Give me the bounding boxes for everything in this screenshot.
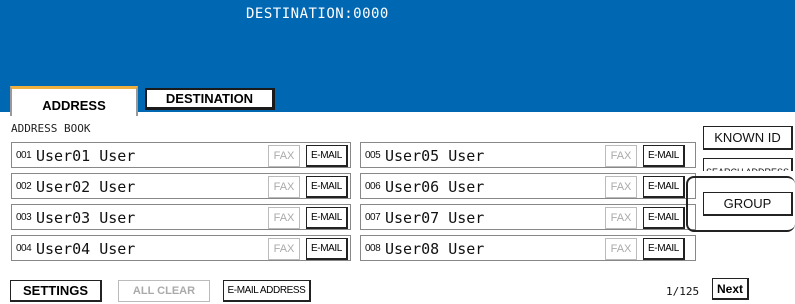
fax-button[interactable]: FAX <box>605 176 637 198</box>
fax-button[interactable]: FAX <box>268 176 300 198</box>
email-button[interactable]: E-MAIL <box>306 145 348 167</box>
tab-destination[interactable]: DESTINATION <box>145 88 275 110</box>
address-entry[interactable]: 002 User02 User FAX E-MAIL <box>11 173 351 199</box>
address-entry[interactable]: 006 User06 User FAX E-MAIL <box>360 173 696 199</box>
entry-name: User05 User <box>385 147 485 165</box>
fax-button[interactable]: FAX <box>605 238 637 260</box>
email-button[interactable]: E-MAIL <box>643 176 685 198</box>
fax-button[interactable]: FAX <box>268 145 300 167</box>
email-button[interactable]: E-MAIL <box>643 145 685 167</box>
all-clear-button[interactable]: ALL CLEAR <box>118 280 210 302</box>
search-address-button[interactable]: SEARCH ADDRESS <box>703 158 793 171</box>
destination-count: DESTINATION:0000 <box>246 6 389 22</box>
fax-button[interactable]: FAX <box>605 145 637 167</box>
email-button[interactable]: E-MAIL <box>643 207 685 229</box>
email-button[interactable]: E-MAIL <box>306 176 348 198</box>
entry-name: User07 User <box>385 209 485 227</box>
group-button[interactable]: GROUP <box>703 192 793 216</box>
tab-address[interactable]: ADDRESS <box>10 86 138 116</box>
address-entry[interactable]: 007 User07 User FAX E-MAIL <box>360 204 696 230</box>
settings-button[interactable]: SETTINGS <box>10 280 102 302</box>
entry-name: User03 User <box>36 209 136 227</box>
address-entry[interactable]: 003 User03 User FAX E-MAIL <box>11 204 351 230</box>
entry-name: User06 User <box>385 178 485 196</box>
address-entry[interactable]: 005 User05 User FAX E-MAIL <box>360 142 696 168</box>
address-entry[interactable]: 008 User08 User FAX E-MAIL <box>360 235 696 261</box>
address-entry[interactable]: 001 User01 User FAX E-MAIL <box>11 142 351 168</box>
entry-number: 004 <box>16 243 32 254</box>
fax-button[interactable]: FAX <box>268 207 300 229</box>
email-button[interactable]: E-MAIL <box>306 207 348 229</box>
email-button[interactable]: E-MAIL <box>643 238 685 260</box>
known-id-button[interactable]: KNOWN ID <box>703 126 793 150</box>
email-button[interactable]: E-MAIL <box>306 238 348 260</box>
entry-name: User08 User <box>385 240 485 258</box>
entry-number: 006 <box>365 181 381 192</box>
email-address-button[interactable]: E-MAIL ADDRESS <box>223 280 311 302</box>
entry-number: 008 <box>365 243 381 254</box>
entry-name: User01 User <box>36 147 136 165</box>
page-indicator: 1/125 <box>666 285 700 298</box>
next-page-button[interactable]: Next <box>712 278 749 300</box>
entry-number: 001 <box>16 150 32 161</box>
entry-name: User02 User <box>36 178 136 196</box>
entry-number: 007 <box>365 212 381 223</box>
entry-number: 005 <box>365 150 381 161</box>
fax-button[interactable]: FAX <box>605 207 637 229</box>
fax-button[interactable]: FAX <box>268 238 300 260</box>
entry-name: User04 User <box>36 240 136 258</box>
entry-number: 003 <box>16 212 32 223</box>
address-book-label: ADDRESS BOOK <box>11 122 91 135</box>
address-entry[interactable]: 004 User04 User FAX E-MAIL <box>11 235 351 261</box>
entry-number: 002 <box>16 181 32 192</box>
